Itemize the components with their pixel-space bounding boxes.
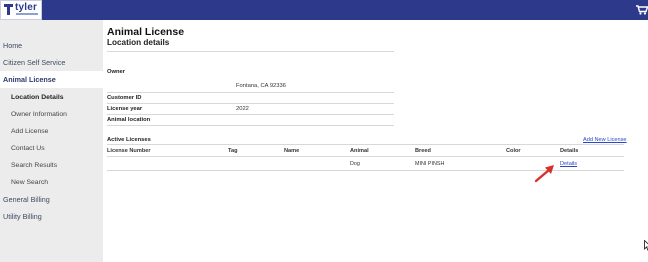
logo-subtext-mark [16,13,38,15]
column-header-details: Details [560,148,579,154]
sidebar-item-add-license[interactable]: Add License [0,123,103,140]
customer-id-label: Customer ID [107,95,142,101]
column-header-name: Name [284,148,300,154]
mouse-pointer-icon [644,240,648,251]
licenses-table-top-border [107,144,624,145]
owner-label: Owner [107,69,126,75]
top-bar: tyler [0,0,648,20]
cell-animal: Dog [350,161,360,167]
logo-text: tyler [15,2,38,13]
license-year-divider [107,114,394,115]
main-content: Animal License Location details Owner Fo… [103,20,648,262]
column-header-license-number: License Number [107,148,151,154]
sidebar-nav: Home Citizen Self Service Animal License… [0,20,103,262]
sidebar-item-citizen-self-service[interactable]: Citizen Self Service [0,54,103,71]
owner-address: Fontana, CA 92336 [236,83,286,89]
page-subtitle: Location details [107,38,170,47]
active-licenses-heading: Active Licenses [107,137,151,143]
sidebar-item-search-results[interactable]: Search Results [0,157,103,174]
title-divider [107,51,394,52]
license-year-value: 2022 [236,106,249,112]
sidebar-item-location-details[interactable]: Location Details [0,89,103,106]
animal-location-label: Animal location [107,117,151,123]
page-title: Animal License [107,26,185,38]
animal-location-divider [107,125,394,126]
sidebar-item-general-billing[interactable]: General Billing [0,191,103,208]
shopping-cart-icon[interactable] [636,5,648,15]
details-link[interactable]: Details [560,161,577,167]
license-year-label: License year [107,106,143,112]
column-header-breed: Breed [415,148,431,154]
tyler-logo[interactable]: tyler [0,0,42,20]
sidebar-item-contact-us[interactable]: Contact Us [0,140,103,157]
sidebar-item-owner-information[interactable]: Owner Information [0,106,103,123]
column-header-color: Color [506,148,521,154]
add-new-license-link[interactable]: Add New License [583,137,627,143]
sidebar-item-utility-billing[interactable]: Utility Billing [0,208,103,225]
cell-breed: MINI PINSH [415,161,445,167]
annotation-arrow-icon [534,165,554,183]
customer-id-divider [107,103,394,104]
owner-divider [107,92,394,93]
sidebar-item-new-search[interactable]: New Search [0,174,103,191]
tyler-logo-mark-icon [4,4,13,15]
sidebar-item-animal-license[interactable]: Animal License [0,71,103,88]
licenses-header-divider [107,156,624,157]
sidebar-item-home[interactable]: Home [0,37,103,54]
column-header-tag: Tag [228,148,238,154]
column-header-animal: Animal [350,148,369,154]
